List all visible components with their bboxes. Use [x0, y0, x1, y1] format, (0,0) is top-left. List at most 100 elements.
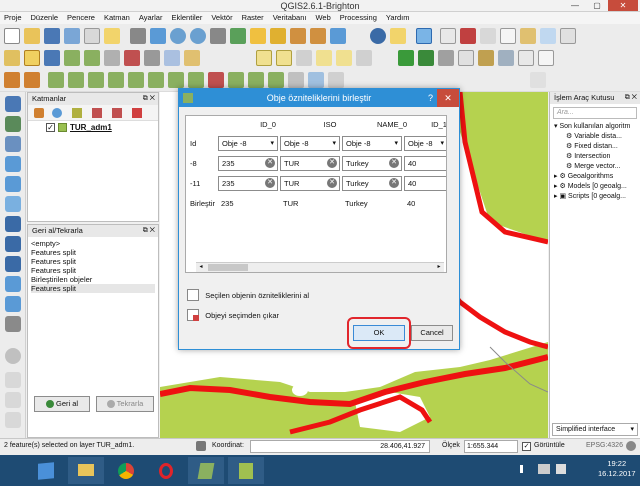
epsg-label[interactable]: EPSG:4326	[586, 442, 623, 449]
tree-group[interactable]: ▸ ⚙ Models [0 geoalg...	[554, 182, 640, 192]
panel-float-close-icon[interactable]: ⧉ ✕	[143, 93, 155, 105]
taskbar-explorer[interactable]	[68, 457, 104, 484]
undo-button[interactable]: Geri al	[34, 396, 90, 412]
layer-name[interactable]: TUR_adm1	[70, 123, 112, 132]
list-item[interactable]: Features split	[31, 266, 155, 275]
label-move-icon[interactable]	[316, 50, 332, 66]
source-select[interactable]: Obje -8 ▾	[342, 136, 402, 151]
redo-icon[interactable]	[24, 72, 40, 88]
node-tool-icon[interactable]	[104, 50, 120, 66]
clear-icon[interactable]: ✕	[327, 158, 337, 168]
list-item[interactable]: Features split	[31, 248, 155, 257]
save-edits-icon[interactable]	[44, 50, 60, 66]
offset-curve-icon[interactable]	[188, 72, 204, 88]
add-spatialite-layer-icon[interactable]	[5, 156, 21, 172]
tray-up-icon[interactable]	[520, 465, 530, 473]
menu-raster[interactable]: Raster	[242, 12, 264, 24]
delete-ring-icon[interactable]	[128, 72, 144, 88]
volume-icon[interactable]	[556, 464, 566, 474]
zoom-selection-icon[interactable]	[250, 28, 266, 44]
menu-veritabani[interactable]: Veritabanı	[273, 12, 307, 24]
column-header[interactable]: ISO	[300, 120, 360, 129]
add-raster-icon[interactable]	[418, 50, 434, 66]
windows-start-icon[interactable]	[38, 462, 54, 480]
attribute-table-icon[interactable]	[500, 28, 516, 44]
save-as-icon[interactable]	[64, 28, 80, 44]
cell-input[interactable]: Turkey ✕	[342, 156, 402, 171]
bookmark-icon[interactable]	[540, 28, 556, 44]
menu-yardim[interactable]: Yardım	[386, 12, 410, 24]
fill-ring-icon[interactable]	[108, 72, 124, 88]
add-spatialite-icon[interactable]	[458, 50, 474, 66]
georeferencer-icon[interactable]	[5, 412, 21, 428]
crosshair-icon[interactable]	[5, 372, 21, 388]
gps-icon[interactable]	[5, 348, 21, 364]
label-icon[interactable]	[256, 50, 272, 66]
add-mssql-layer-icon[interactable]	[5, 176, 21, 192]
panel-float-close-icon[interactable]: ⧉ ✕	[625, 92, 637, 104]
remove-from-selection-action[interactable]: Objeyi seçimden çıkar	[187, 309, 279, 323]
take-attributes-action[interactable]: Seçilen objenin özniteliklerini al	[187, 289, 309, 303]
scroll-right-icon[interactable]: ▸	[434, 263, 444, 272]
zoom-last-icon[interactable]	[290, 28, 306, 44]
horizontal-scrollbar[interactable]: ◂ ▸	[196, 262, 444, 272]
tree-item[interactable]: ⚙ Variable dista...	[554, 132, 640, 142]
cell-input[interactable]: TUR ✕	[280, 156, 340, 171]
add-layer-green-icon[interactable]	[398, 50, 414, 66]
cell-input[interactable]: TUR ✕	[280, 176, 340, 191]
label-rotate-icon[interactable]	[336, 50, 352, 66]
rotate-point-icon[interactable]	[308, 72, 324, 88]
layer-visibility-checkbox[interactable]: ✓	[46, 123, 55, 132]
label-pin-icon[interactable]	[276, 50, 292, 66]
network-icon[interactable]	[538, 464, 550, 474]
refresh-icon[interactable]	[330, 28, 346, 44]
interface-select[interactable]: Simplified interface ▾	[552, 423, 638, 436]
scroll-thumb[interactable]	[208, 264, 248, 271]
taskbar-clock[interactable]: 19:22 16.12.2017	[598, 459, 636, 479]
tree-group-recent[interactable]: ▾ Son kullanılan algoritm	[554, 122, 640, 132]
merged-value[interactable]: 40	[407, 199, 415, 208]
split-parts-icon[interactable]	[228, 72, 244, 88]
merge-attributes-icon[interactable]	[268, 72, 284, 88]
filter-legend-icon[interactable]	[72, 108, 82, 118]
dialog-close-button[interactable]: ✕	[437, 89, 459, 107]
list-item[interactable]: <empty>	[31, 239, 155, 248]
add-ring-icon[interactable]	[68, 72, 84, 88]
menu-eklentiler[interactable]: Eklentiler	[171, 12, 202, 24]
expression-icon[interactable]	[460, 28, 476, 44]
pan-to-selection-icon[interactable]	[150, 28, 166, 44]
zoom-full-icon[interactable]	[230, 28, 246, 44]
list-item[interactable]: Features split	[31, 257, 155, 266]
cell-input[interactable]: 40	[404, 156, 446, 171]
scroll-left-icon[interactable]: ◂	[196, 263, 206, 272]
undo-icon[interactable]	[4, 72, 20, 88]
tree-group[interactable]: ▸ ⚙ Geoalgorithms	[554, 172, 640, 182]
add-wms-layer-icon[interactable]	[5, 216, 21, 232]
label-change-icon[interactable]	[356, 50, 372, 66]
add-wcs-layer-icon[interactable]	[5, 236, 21, 252]
render-checkbox[interactable]: ✓	[522, 442, 531, 451]
merged-value[interactable]: Turkey	[345, 199, 368, 208]
clear-icon[interactable]: ✕	[265, 158, 275, 168]
add-postgis-layer-icon[interactable]	[5, 136, 21, 152]
sigma-icon[interactable]	[530, 72, 546, 88]
coordinate-toggle-icon[interactable]	[196, 441, 206, 451]
add-group-icon[interactable]	[34, 108, 44, 118]
add-raster-layer-icon[interactable]	[5, 116, 21, 132]
zoom-out-icon[interactable]	[190, 28, 206, 44]
menu-proje[interactable]: Proje	[4, 12, 22, 24]
column-header[interactable]: ID_0	[238, 120, 298, 129]
manage-visibility-icon[interactable]	[52, 108, 62, 118]
simplify-feature-icon[interactable]	[48, 72, 64, 88]
redo-button[interactable]: Tekrarla	[96, 396, 154, 412]
maximize-button[interactable]: ▢	[586, 0, 608, 11]
current-edits-icon[interactable]	[4, 50, 20, 66]
cell-input[interactable]: 40	[404, 176, 446, 191]
zoom-next-icon[interactable]	[310, 28, 326, 44]
new-shapefile-icon[interactable]	[5, 296, 21, 312]
toggle-editing-icon[interactable]	[24, 50, 40, 66]
menu-pencere[interactable]: Pencere	[67, 12, 95, 24]
label-show-icon[interactable]	[296, 50, 312, 66]
pan-icon[interactable]	[130, 28, 146, 44]
add-vector-icon[interactable]	[5, 96, 21, 112]
